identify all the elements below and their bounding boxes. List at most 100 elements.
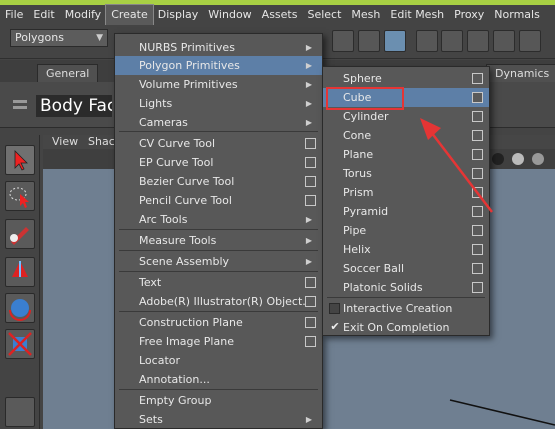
menu-assets[interactable]: Assets [257,5,303,25]
menu-item-helix[interactable]: Helix [323,240,489,259]
menu-proxy[interactable]: Proxy [449,5,489,25]
option-box-icon[interactable] [472,73,483,84]
curve-snap-icon[interactable] [493,30,515,52]
menu-item-prism[interactable]: Prism [323,183,489,202]
option-box-icon[interactable] [472,225,483,236]
menu-edit[interactable]: Edit [28,5,59,25]
menu-item-arc-tools[interactable]: Arc Tools ▶ [115,210,322,229]
option-box-icon[interactable] [305,296,316,307]
select-tool-icon[interactable] [5,145,35,175]
rotate-tool-icon[interactable] [5,293,35,323]
chevron-down-icon: ▼ [96,33,103,43]
menu-item-locator[interactable]: Locator [115,351,322,370]
option-box-icon[interactable] [472,282,483,293]
menu-item-plane[interactable]: Plane [323,145,489,164]
submenu-arrow-icon: ▶ [305,236,312,245]
menu-item-cone[interactable]: Cone [323,126,489,145]
menu-select[interactable]: Select [302,5,346,25]
menu-item-empty-group[interactable]: Empty Group [115,391,322,410]
menu-item-bezier-curve-tool[interactable]: Bezier Curve Tool [115,172,322,191]
menu-item-sets[interactable]: Sets ▶ [115,410,322,429]
menu-item-platonic-solids[interactable]: Platonic Solids [323,278,489,297]
option-box-icon[interactable] [305,157,316,168]
object-mode-icon[interactable] [384,30,406,52]
menu-file[interactable]: File [0,5,28,25]
menu-item-measure-tools[interactable]: Measure Tools ▶ [115,231,322,250]
menu-item-lights[interactable]: Lights ▶ [115,94,322,113]
menu-item-volume-primitives[interactable]: Volume Primitives ▶ [115,75,322,94]
option-box-icon[interactable] [472,263,483,274]
menu-item-adobe-illustrator-object[interactable]: Adobe(R) Illustrator(R) Object... [115,292,322,311]
menu-item-scene-assembly[interactable]: Scene Assembly ▶ [115,252,322,271]
option-box-icon[interactable] [305,176,316,187]
extra-tool-icon[interactable] [5,397,35,427]
menu-create[interactable]: Create [105,4,154,26]
option-box-icon[interactable] [305,277,316,288]
viewport-menu-shading[interactable]: Shac [88,135,115,149]
submenu-arrow-icon: ▶ [305,215,312,224]
menu-window[interactable]: Window [203,5,256,25]
option-box-icon[interactable] [305,317,316,328]
shelf-label: Body Face [36,95,112,117]
submenu-arrow-icon: ▶ [305,257,312,266]
viewport-menu-view[interactable]: View [52,135,78,149]
option-box-icon[interactable] [472,149,483,160]
tab-general[interactable]: General [37,64,99,82]
highlight-box-annotation [326,87,404,110]
checkbox-icon[interactable] [329,303,340,314]
menu-item-text[interactable]: Text [115,273,322,292]
menu-item-cv-curve-tool[interactable]: CV Curve Tool [115,134,322,153]
menu-modify[interactable]: Modify [60,5,106,25]
toggle-exit-on-completion[interactable]: ✔ Exit On Completion [323,318,489,337]
menu-item-nurbs-primitives[interactable]: NURBS Primitives ▶ [115,38,322,57]
grid-snap-icon[interactable] [358,30,380,52]
move-tool-icon[interactable] [5,257,35,287]
option-box-icon[interactable] [472,206,483,217]
checkmark-icon[interactable]: ✔ [329,321,341,333]
create-menu: NURBS Primitives ▶ Polygon Primitives ▶ Vo… [114,33,323,429]
option-box-icon[interactable] [472,92,483,103]
menu-item-soccer-ball[interactable]: Soccer Ball [323,259,489,278]
menu-item-sphere[interactable]: Sphere [323,69,489,88]
option-box-icon[interactable] [472,111,483,122]
menu-item-polygon-primitives[interactable]: Polygon Primitives ▶ [115,56,322,75]
menu-normals[interactable]: Normals [489,5,545,25]
tab-dynamics[interactable]: Dynamics [486,64,555,82]
history-icon[interactable] [416,30,438,52]
menu-mesh[interactable]: Mesh [346,5,385,25]
menu-item-ep-curve-tool[interactable]: EP Curve Tool [115,153,322,172]
option-box-icon[interactable] [305,336,316,347]
component-icon[interactable] [467,30,489,52]
option-box-icon[interactable] [472,244,483,255]
menu-item-pipe[interactable]: Pipe [323,221,489,240]
option-box-icon[interactable] [472,168,483,179]
move-icon[interactable] [441,30,463,52]
menu-set-value: Polygons [15,31,64,44]
menu-separator [119,311,318,312]
option-box-icon[interactable] [305,138,316,149]
snap-icon[interactable] [332,30,354,52]
submenu-arrow-icon: ▶ [305,118,312,127]
menu-separator [119,250,318,251]
option-box-icon[interactable] [472,130,483,141]
menu-display[interactable]: Display [153,5,204,25]
lasso-tool-icon[interactable] [5,181,35,211]
main-menubar: File Edit Modify Create Display Window A… [0,4,555,26]
option-box-icon[interactable] [472,187,483,198]
menu-item-annotation[interactable]: Annotation... [115,370,322,389]
option-box-icon[interactable] [305,195,316,206]
menu-edit-mesh[interactable]: Edit Mesh [385,5,449,25]
scale-tool-icon[interactable] [5,329,35,359]
menu-item-pencil-curve-tool[interactable]: Pencil Curve Tool [115,191,322,210]
menu-item-construction-plane[interactable]: Construction Plane [115,313,322,332]
menu-item-cameras[interactable]: Cameras ▶ [115,113,322,132]
menu-set-select[interactable]: Polygons ▼ [10,29,108,47]
menu-item-free-image-plane[interactable]: Free Image Plane [115,332,322,351]
menu-item-torus[interactable]: Torus [323,164,489,183]
menu-item-pyramid[interactable]: Pyramid [323,202,489,221]
shelf-handle-icon[interactable] [10,90,30,120]
menu-separator [119,229,318,230]
paint-tool-icon[interactable] [5,219,35,249]
toggle-interactive-creation[interactable]: Interactive Creation [323,299,489,318]
render-icon[interactable] [519,30,541,52]
